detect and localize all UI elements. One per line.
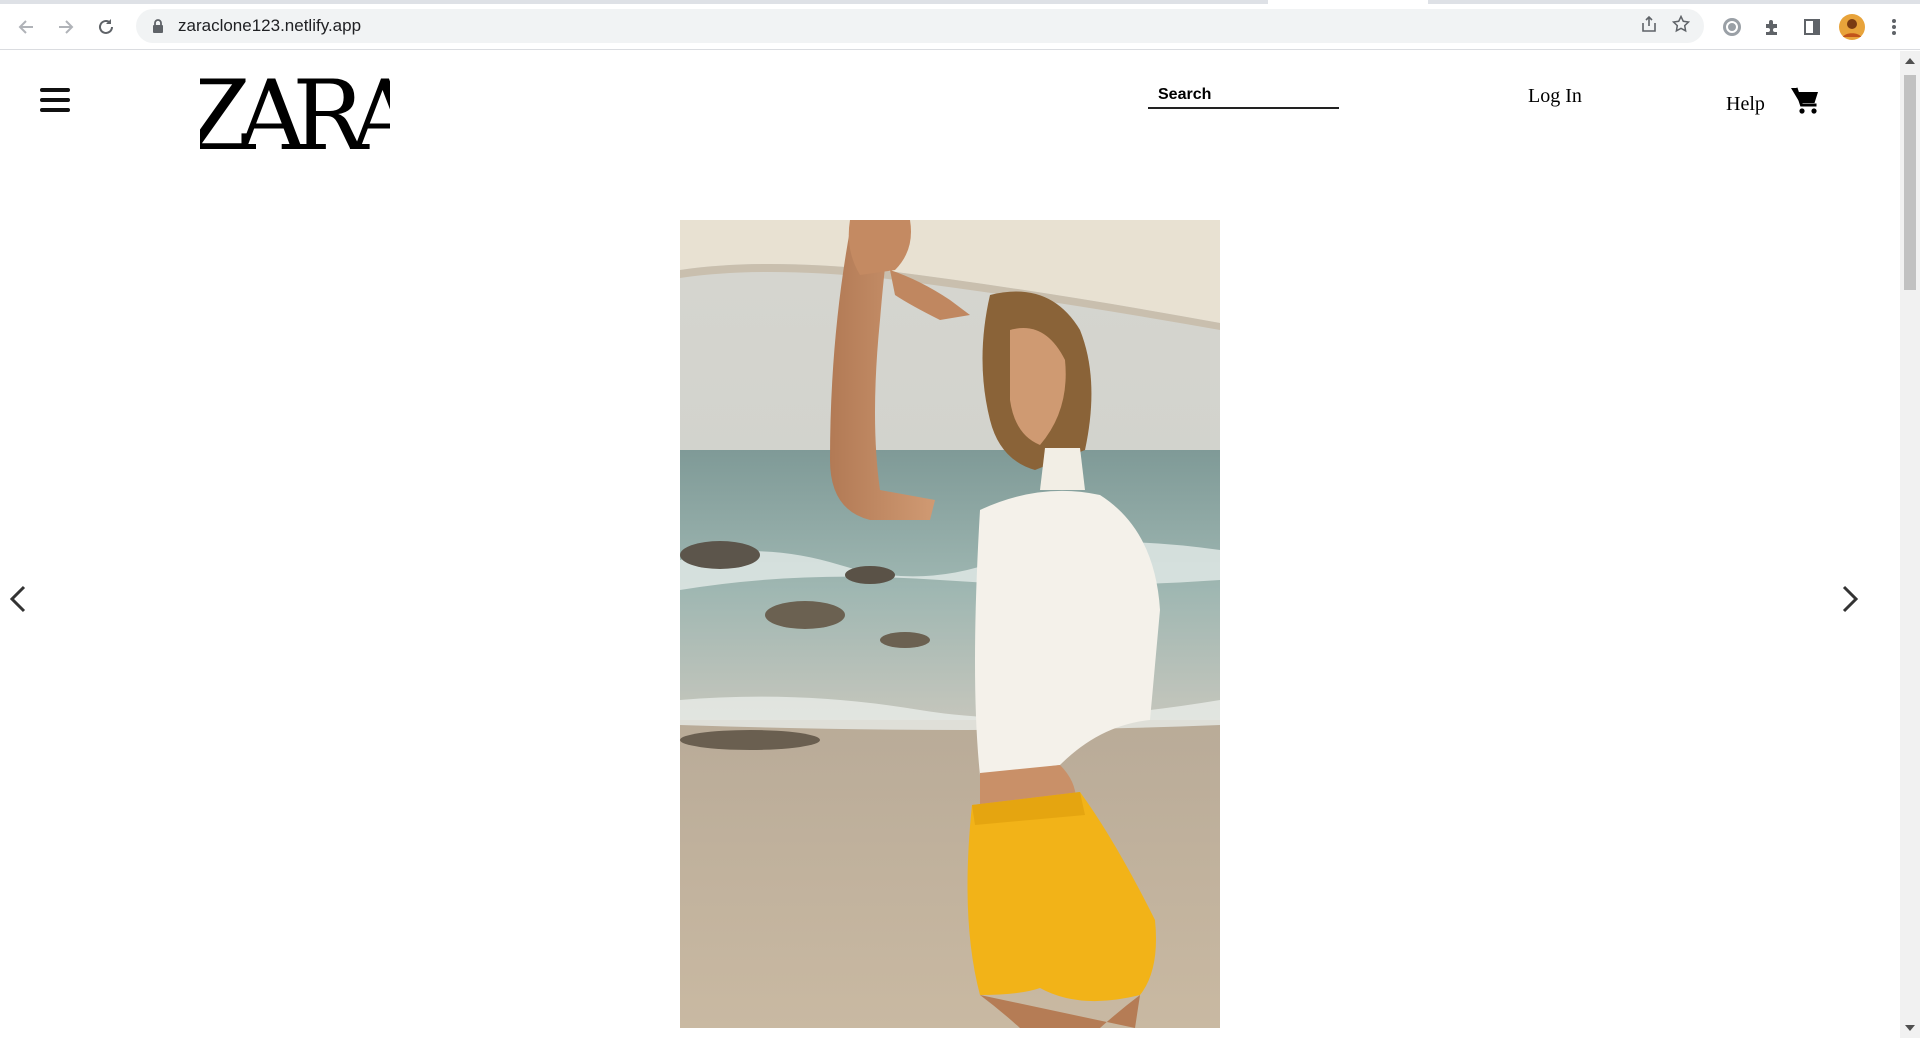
hamburger-line (40, 88, 70, 92)
star-icon[interactable] (1671, 14, 1691, 38)
reload-icon[interactable] (92, 13, 120, 41)
url-text[interactable]: zaraclone123.netlify.app (178, 16, 361, 36)
help-link[interactable]: Help (1726, 93, 1765, 116)
scroll-down-arrow-icon[interactable] (1905, 1025, 1915, 1031)
search-input[interactable] (1148, 83, 1339, 109)
tab-strip (0, 0, 1920, 4)
hero-image (680, 220, 1220, 1028)
carousel-prev-button[interactable] (6, 581, 30, 617)
page-content: ZARA Log In Help (0, 51, 1900, 1038)
chevron-right-icon[interactable] (1841, 585, 1859, 613)
carousel-next-button[interactable] (1838, 581, 1862, 617)
hamburger-menu-icon[interactable] (40, 88, 70, 112)
back-arrow-icon[interactable] (12, 13, 40, 41)
hamburger-line (40, 108, 70, 112)
share-icon[interactable] (1640, 15, 1658, 38)
hamburger-line (40, 98, 70, 102)
address-bar[interactable]: zaraclone123.netlify.app (136, 9, 1704, 43)
scrollbar-thumb[interactable] (1904, 75, 1916, 290)
scroll-up-arrow-icon[interactable] (1905, 58, 1915, 64)
zara-logo[interactable]: ZARA (200, 69, 390, 155)
browser-toolbar: zaraclone123.netlify.app (0, 0, 1920, 50)
chevron-left-icon[interactable] (9, 585, 27, 613)
menu-kebab-icon[interactable] (1880, 13, 1908, 41)
zara-logo-text: ZARA (200, 69, 390, 155)
tab-strip-segment (1268, 0, 1428, 4)
cart-icon[interactable] (1790, 85, 1820, 115)
profile-avatar[interactable] (1838, 13, 1866, 41)
lock-icon[interactable] (152, 19, 164, 33)
forward-arrow-icon[interactable] (52, 13, 80, 41)
extensions-icon[interactable] (1758, 13, 1786, 41)
page-scrollbar[interactable] (1900, 51, 1920, 1038)
login-link[interactable]: Log In (1528, 85, 1582, 108)
omnibox-actions (1640, 9, 1704, 43)
grammarly-icon[interactable] (1718, 13, 1746, 41)
side-panel-icon[interactable] (1798, 13, 1826, 41)
